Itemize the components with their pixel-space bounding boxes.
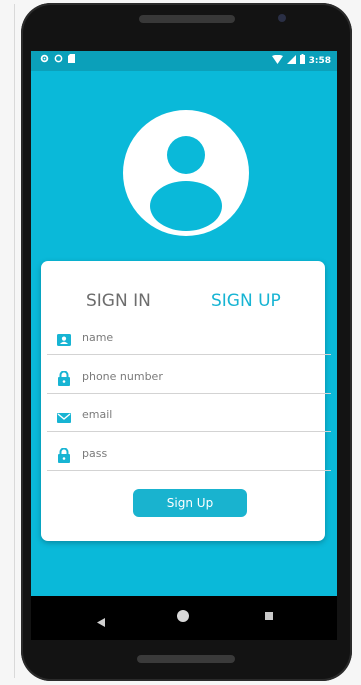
battery-icon bbox=[299, 54, 305, 68]
tab-sign-in[interactable]: SIGN IN bbox=[86, 291, 151, 311]
phone-device: 3:58 SIGN IN SIGN UP name phone number e… bbox=[21, 3, 352, 681]
password-placeholder: pass bbox=[82, 447, 108, 460]
sync-icon bbox=[54, 54, 63, 67]
name-placeholder: name bbox=[82, 331, 114, 344]
tab-sign-up[interactable]: SIGN UP bbox=[211, 291, 281, 311]
wifi-icon bbox=[271, 54, 283, 68]
recent-apps-icon[interactable] bbox=[265, 612, 273, 620]
phone-number-field[interactable]: phone number bbox=[47, 360, 331, 398]
app-screen: 3:58 SIGN IN SIGN UP name phone number e… bbox=[31, 51, 337, 596]
lock-icon bbox=[57, 370, 71, 386]
gear-icon bbox=[40, 54, 49, 67]
divider bbox=[47, 470, 331, 471]
divider bbox=[47, 393, 331, 394]
name-field[interactable]: name bbox=[47, 321, 331, 359]
auth-card: SIGN IN SIGN UP name phone number email … bbox=[41, 261, 331, 541]
email-field[interactable]: email bbox=[47, 398, 331, 436]
lock-icon bbox=[57, 447, 71, 463]
home-icon[interactable] bbox=[177, 610, 189, 622]
id-card-icon bbox=[57, 332, 71, 346]
divider bbox=[47, 354, 331, 355]
mail-icon bbox=[57, 409, 71, 423]
email-placeholder: email bbox=[82, 408, 113, 421]
front-camera bbox=[278, 14, 286, 22]
status-time: 3:58 bbox=[308, 56, 331, 66]
sign-up-button[interactable]: Sign Up bbox=[133, 489, 247, 517]
back-icon[interactable] bbox=[97, 612, 105, 631]
android-nav-bar bbox=[31, 596, 337, 640]
password-field[interactable]: pass bbox=[47, 437, 331, 475]
user-avatar-icon[interactable] bbox=[123, 110, 249, 236]
earpiece bbox=[139, 15, 235, 23]
status-bar: 3:58 bbox=[31, 51, 337, 71]
bottom-speaker bbox=[137, 655, 235, 663]
signal-icon bbox=[286, 54, 296, 68]
page-frame-line bbox=[14, 4, 15, 678]
phone-number-placeholder: phone number bbox=[82, 370, 163, 383]
divider bbox=[47, 431, 331, 432]
sd-card-icon bbox=[68, 54, 75, 67]
